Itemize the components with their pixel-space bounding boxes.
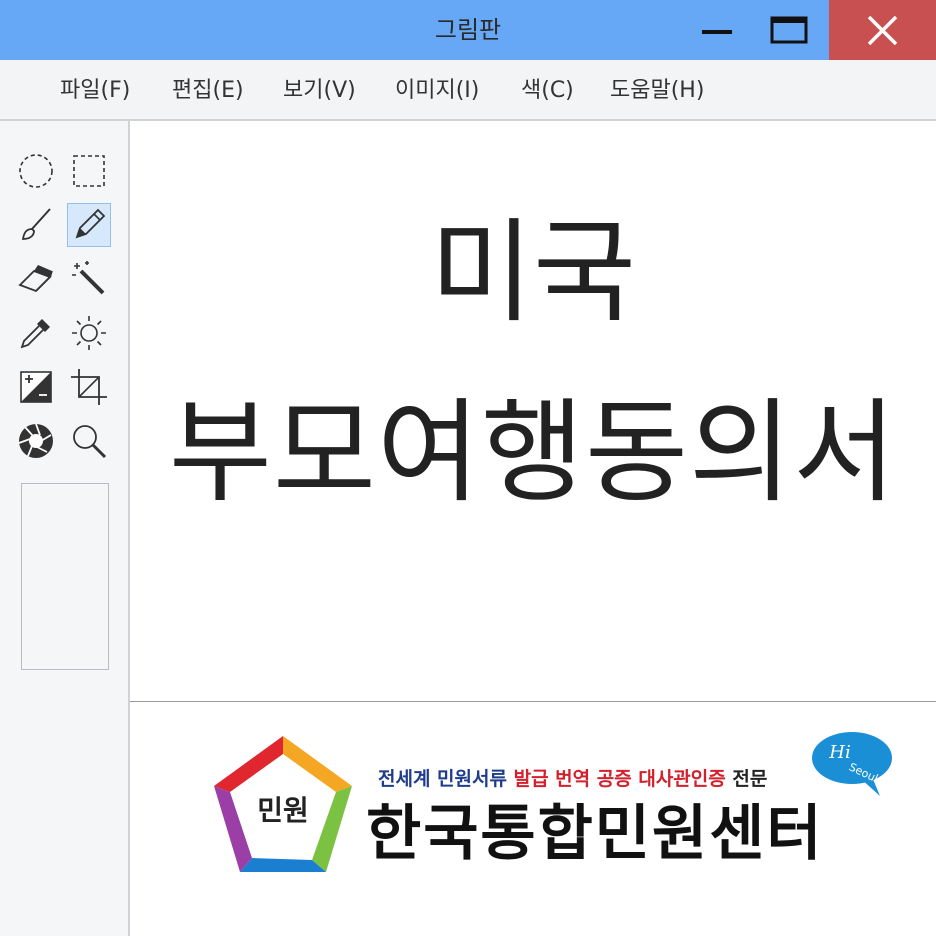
close-icon xyxy=(867,15,898,46)
title-bar[interactable]: 그림판 xyxy=(0,0,936,60)
menu-bar: 파일(F) 편집(E) 보기(V) 이미지(I) 색(C) 도움말(H) xyxy=(0,60,936,121)
magnifier-icon xyxy=(73,425,107,459)
logo-text: 민원 xyxy=(257,794,309,827)
contrast-tool[interactable] xyxy=(14,365,58,409)
menu-color[interactable]: 색(C) xyxy=(521,60,574,121)
center-name: 한국통합민원센터 xyxy=(366,799,824,869)
menu-file[interactable]: 파일(F) xyxy=(60,60,130,121)
document-heading-country: 미국 xyxy=(429,208,637,338)
magic-wand-icon xyxy=(72,261,105,295)
minwon-pentagon-logo: 민원 xyxy=(214,736,352,872)
minimize-icon xyxy=(702,30,732,34)
color-palette-box[interactable] xyxy=(21,483,109,670)
tagline-part-3: 전문 xyxy=(732,768,768,790)
hi-seoul-badge: Hi Seoul xyxy=(812,732,892,796)
rectangle-select-icon xyxy=(73,155,105,187)
color-picker-tool[interactable] xyxy=(14,311,58,355)
banner-tagline: 전세계 민원서류 발급 번역 공증 대사관인증 전문 xyxy=(378,764,767,791)
eraser-icon xyxy=(18,265,53,293)
maximize-icon xyxy=(770,16,808,44)
badge-hi-text: Hi xyxy=(828,742,850,763)
document-heading-title: 부모여행동의서 xyxy=(168,388,898,518)
contrast-icon xyxy=(20,371,52,403)
menu-view[interactable]: 보기(V) xyxy=(283,60,356,121)
minimize-button[interactable] xyxy=(686,0,748,60)
crop-tool[interactable] xyxy=(67,365,111,409)
brightness-icon xyxy=(72,316,106,350)
aperture-icon xyxy=(18,423,53,458)
brush-icon xyxy=(21,208,51,240)
brush-tool[interactable] xyxy=(14,203,58,247)
free-form-select-icon xyxy=(19,154,53,188)
menu-help[interactable]: 도움말(H) xyxy=(610,60,704,121)
close-button[interactable] xyxy=(829,0,936,60)
pencil-icon xyxy=(75,208,106,239)
brightness-tool[interactable] xyxy=(67,311,111,355)
color-picker-icon xyxy=(20,319,50,349)
tagline-part-1: 전세계 민원서류 xyxy=(378,768,507,790)
rectangle-select-tool[interactable] xyxy=(67,149,111,193)
eraser-tool[interactable] xyxy=(14,257,58,301)
pencil-tool[interactable] xyxy=(67,203,111,247)
drawing-canvas[interactable]: 미국 부모여행동의서 민원 전세계 민원서류 발급 번역 공증 대사관인증 전문… xyxy=(130,121,936,936)
maximize-button[interactable] xyxy=(758,0,820,60)
aperture-tool[interactable] xyxy=(14,419,58,463)
tagline-part-2: 발급 번역 공증 대사관인증 xyxy=(513,768,726,790)
magnifier-tool[interactable] xyxy=(67,419,111,463)
tool-panel xyxy=(0,121,130,936)
crop-icon xyxy=(71,369,107,405)
company-banner: 민원 전세계 민원서류 발급 번역 공증 대사관인증 전문 한국통합민원센터 H… xyxy=(130,702,936,936)
menu-edit[interactable]: 편집(E) xyxy=(172,60,244,121)
free-form-select-tool[interactable] xyxy=(14,149,58,193)
magic-wand-tool[interactable] xyxy=(67,257,111,301)
menu-image[interactable]: 이미지(I) xyxy=(395,60,479,121)
